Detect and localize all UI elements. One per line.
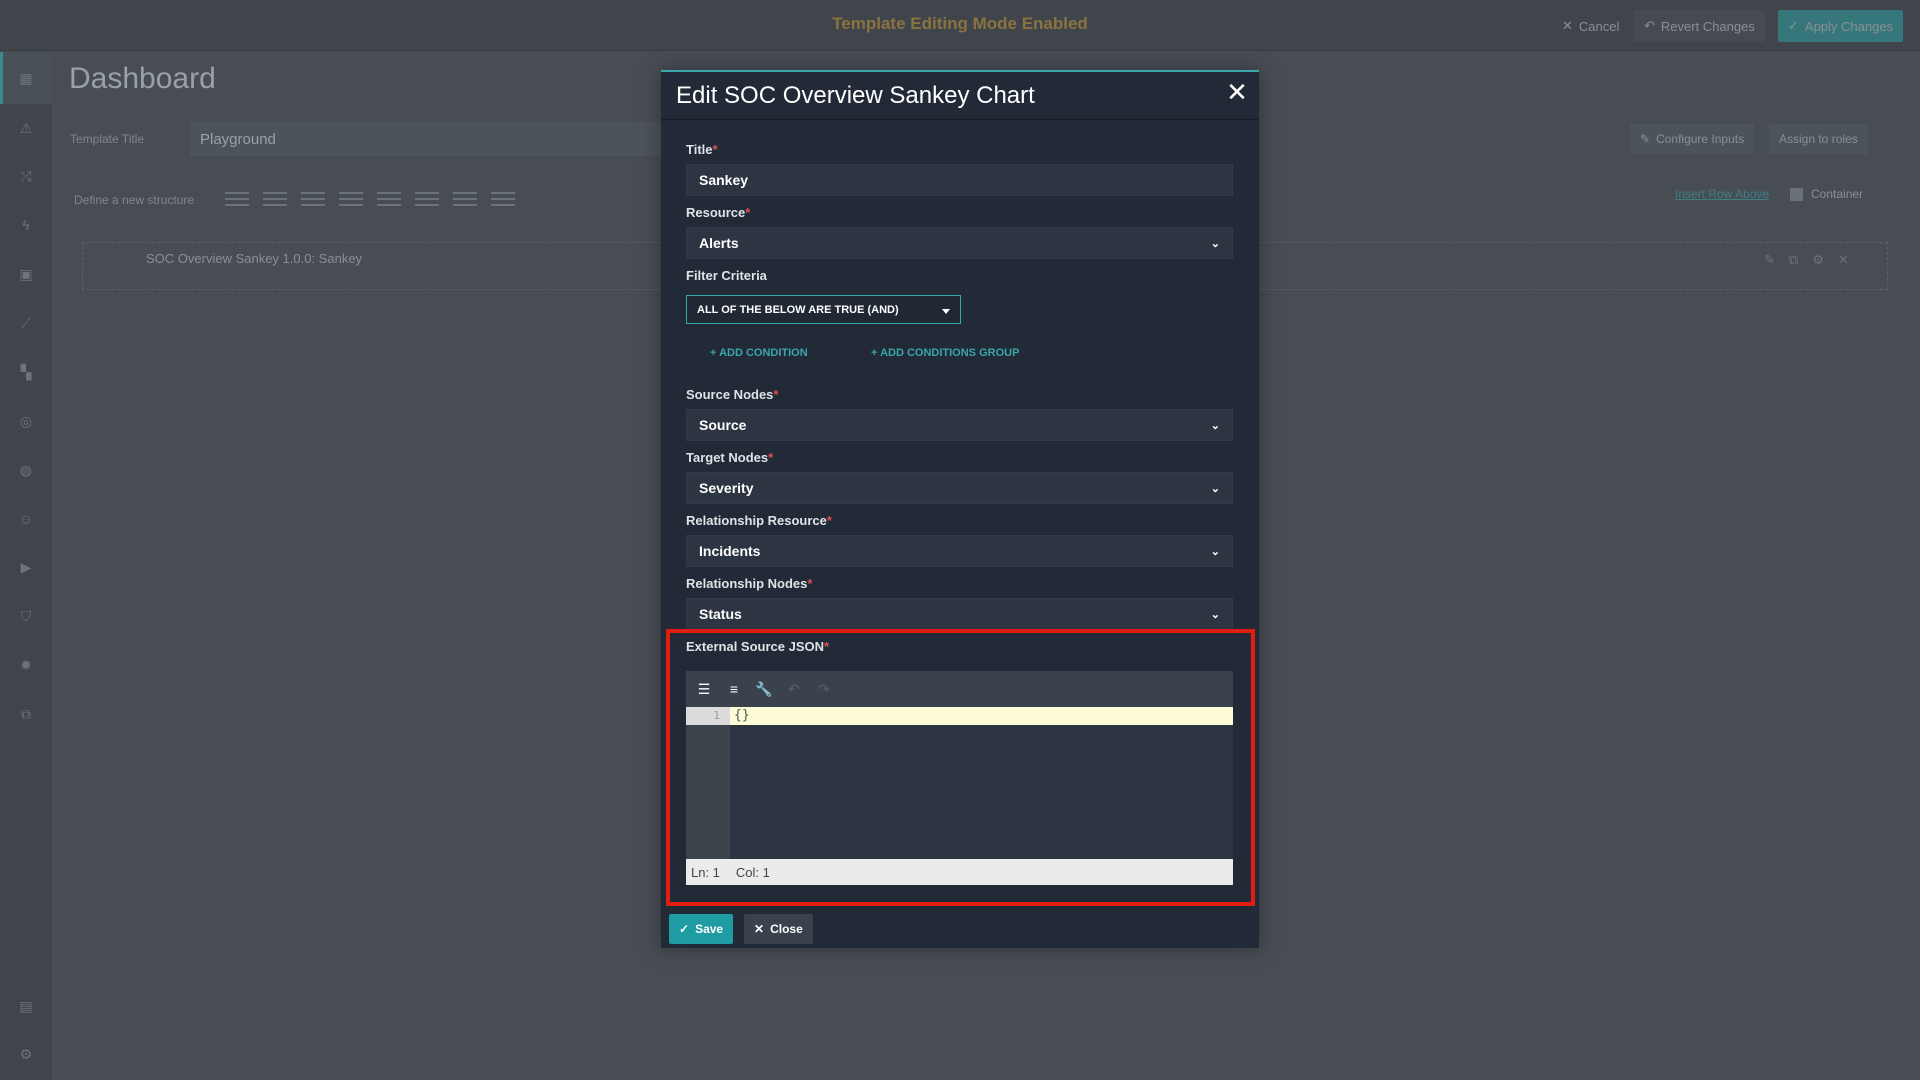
check-icon: ✓ [679, 922, 690, 936]
editor-content[interactable]: 1 {} [686, 707, 1233, 859]
chevron-down-icon: ⌄ [1210, 419, 1220, 432]
undo-icon: ↶ [1644, 18, 1655, 33]
layout-option-icon[interactable] [225, 192, 249, 206]
chevron-down-icon: ⌄ [1210, 545, 1220, 558]
clipboard-icon[interactable]: ▤ [16, 996, 36, 1016]
json-editor: ☰ ≡ 🔧 ↶ ↷ 1 {} Ln: 1 Col: 1 [686, 671, 1233, 885]
relationship-nodes-label: Relationship Nodes* [686, 576, 813, 591]
compact-icon[interactable]: ≡ [724, 679, 744, 699]
gear-icon[interactable]: ✹ [16, 655, 36, 675]
container-checkbox[interactable] [1790, 187, 1803, 201]
source-nodes-label: Source Nodes* [686, 387, 779, 402]
network-icon[interactable]: ⧉ [16, 704, 36, 724]
title-input[interactable]: Sankey [686, 164, 1233, 196]
revert-changes-button[interactable]: ↶ Revert Changes [1634, 10, 1765, 42]
row-actions: ✎ ⧉ ⚙ ✕ [1764, 252, 1849, 268]
layout-option-icon[interactable] [415, 192, 439, 206]
top-bar: Template Editing Mode Enabled ✕ Cancel ↶… [0, 0, 1920, 51]
sidebar: ▦ ⚠ ⤮ ϟ ▣ ⟋ ▚ ◎ ◍ ☺ ▶ ⛉ ✹ ⧉ ▤ ⚙ [0, 52, 52, 1080]
editor-code[interactable]: {} [734, 707, 750, 725]
editor-toolbar: ☰ ≡ 🔧 ↶ ↷ [686, 671, 1233, 707]
settings-icon[interactable]: ⚙ [16, 1044, 36, 1064]
insert-row-above-link[interactable]: Insert Row Above [1675, 187, 1769, 201]
container-toggle[interactable]: Container [1790, 187, 1863, 201]
close-button[interactable]: ✕ Close [744, 914, 813, 944]
relationship-resource-label: Relationship Resource* [686, 513, 832, 528]
chevron-down-icon: ⌄ [1210, 482, 1220, 495]
editing-mode-banner: Template Editing Mode Enabled [832, 14, 1088, 33]
modal-header: Edit SOC Overview Sankey Chart [661, 72, 1259, 120]
edit-chart-modal: Edit SOC Overview Sankey Chart ✕ Title* … [661, 70, 1259, 948]
edit-icon: ✎ [1640, 132, 1651, 146]
relationship-nodes-select[interactable]: Status ⌄ [686, 598, 1233, 630]
shuffle-icon[interactable]: ⤮ [16, 166, 36, 186]
cancel-button[interactable]: ✕ Cancel [1552, 10, 1629, 42]
chevron-down-icon: ⌄ [1210, 608, 1220, 621]
modal-title: Edit SOC Overview Sankey Chart [676, 81, 1035, 109]
page-title: Dashboard [69, 62, 216, 95]
save-button[interactable]: ✓ Save [669, 914, 734, 944]
layout-option-icon[interactable] [339, 192, 363, 206]
title-label: Title* [686, 142, 718, 157]
users-icon[interactable]: ☺ [16, 509, 36, 529]
undo-icon[interactable]: ↶ [784, 679, 804, 699]
structure-layout-options [225, 192, 515, 206]
source-nodes-select[interactable]: Source ⌄ [686, 409, 1233, 441]
close-icon: ✕ [754, 922, 765, 936]
format-icon[interactable]: ☰ [694, 679, 714, 699]
line-number: 1 [686, 707, 730, 725]
close-icon[interactable]: ✕ [1223, 78, 1251, 106]
play-icon[interactable]: ▶ [16, 557, 36, 577]
dashboard-icon[interactable]: ▦ [16, 68, 36, 88]
row-title: SOC Overview Sankey 1.0.0: Sankey [146, 251, 363, 266]
briefcase-icon[interactable]: ▣ [16, 264, 36, 284]
editor-gutter [686, 707, 730, 859]
editor-status-bar: Ln: 1 Col: 1 [686, 859, 1233, 885]
add-condition-link[interactable]: + ADD CONDITION [710, 347, 808, 359]
gear-icon[interactable]: ⚙ [1812, 252, 1824, 268]
grid-icon[interactable]: ▚ [16, 362, 36, 382]
filter-logic-dropdown[interactable]: ALL OF THE BELOW ARE TRUE (AND) [686, 295, 961, 324]
target-icon[interactable]: ◎ [16, 411, 36, 431]
target-nodes-label: Target Nodes* [686, 450, 774, 465]
cursor-line: Ln: 1 [691, 864, 720, 880]
close-icon: ✕ [1562, 18, 1573, 33]
layout-option-icon[interactable] [377, 192, 401, 206]
shield-icon[interactable]: ⛉ [16, 606, 36, 626]
resource-select[interactable]: Alerts ⌄ [686, 227, 1233, 259]
add-conditions-group-link[interactable]: + ADD CONDITIONS GROUP [871, 347, 1019, 359]
copy-icon[interactable]: ⧉ [1789, 252, 1798, 268]
editor-active-line[interactable]: 1 {} [686, 707, 1233, 725]
redo-icon[interactable]: ↷ [814, 679, 834, 699]
template-title-label: Template Title [70, 132, 145, 146]
bolt-icon[interactable]: ϟ [16, 215, 36, 235]
check-icon: ✓ [1788, 18, 1799, 33]
filter-criteria-label: Filter Criteria [686, 268, 767, 283]
configure-inputs-button[interactable]: ✎ Configure Inputs [1630, 124, 1755, 154]
layout-option-icon[interactable] [263, 192, 287, 206]
chevron-down-icon: ⌄ [1210, 237, 1220, 250]
resource-label: Resource* [686, 205, 751, 220]
template-title-input[interactable]: Playground [190, 122, 710, 156]
delete-icon[interactable]: ✕ [1838, 252, 1849, 268]
globe-icon[interactable]: ◍ [16, 460, 36, 480]
relationship-resource-select[interactable]: Incidents ⌄ [686, 535, 1233, 567]
wrench-icon[interactable]: 🔧 [754, 679, 774, 699]
layout-option-icon[interactable] [453, 192, 477, 206]
target-nodes-select[interactable]: Severity ⌄ [686, 472, 1233, 504]
layout-option-icon[interactable] [491, 192, 515, 206]
structure-label: Define a new structure [74, 193, 195, 207]
layout-option-icon[interactable] [301, 192, 325, 206]
alerts-icon[interactable]: ⚠ [16, 118, 36, 138]
edit-icon[interactable]: ✎ [1764, 252, 1775, 268]
chart-icon[interactable]: ⟋ [16, 313, 36, 333]
cursor-column: Col: 1 [735, 864, 770, 880]
caret-down-icon [942, 308, 950, 314]
assign-roles-button[interactable]: Assign to roles [1769, 124, 1868, 154]
apply-changes-button[interactable]: ✓ Apply Changes [1778, 10, 1904, 42]
